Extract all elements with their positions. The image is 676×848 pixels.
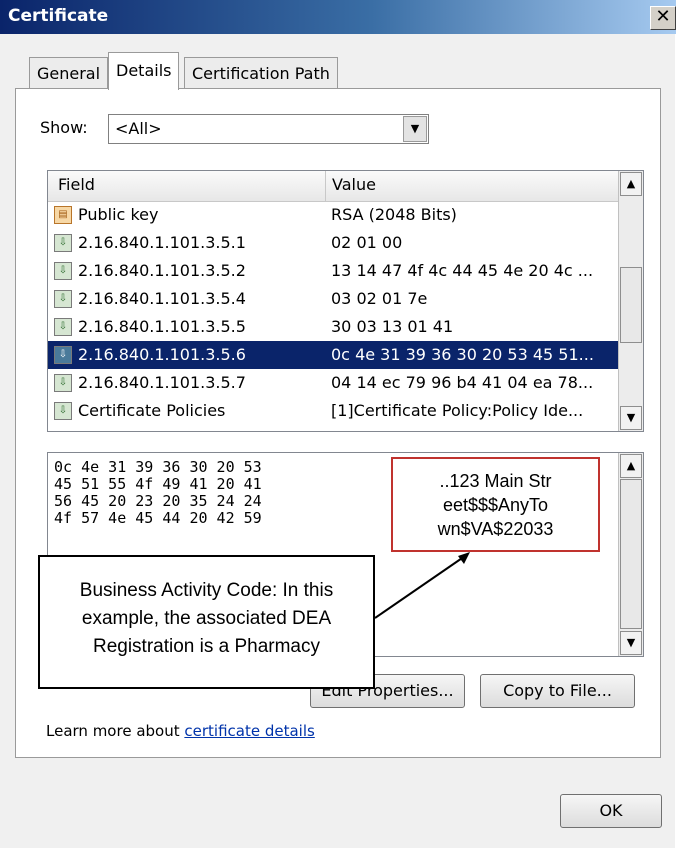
callout-arrow	[374, 552, 470, 619]
certificate-dialog: Certificate ✕ General Details Certificat…	[0, 0, 676, 848]
